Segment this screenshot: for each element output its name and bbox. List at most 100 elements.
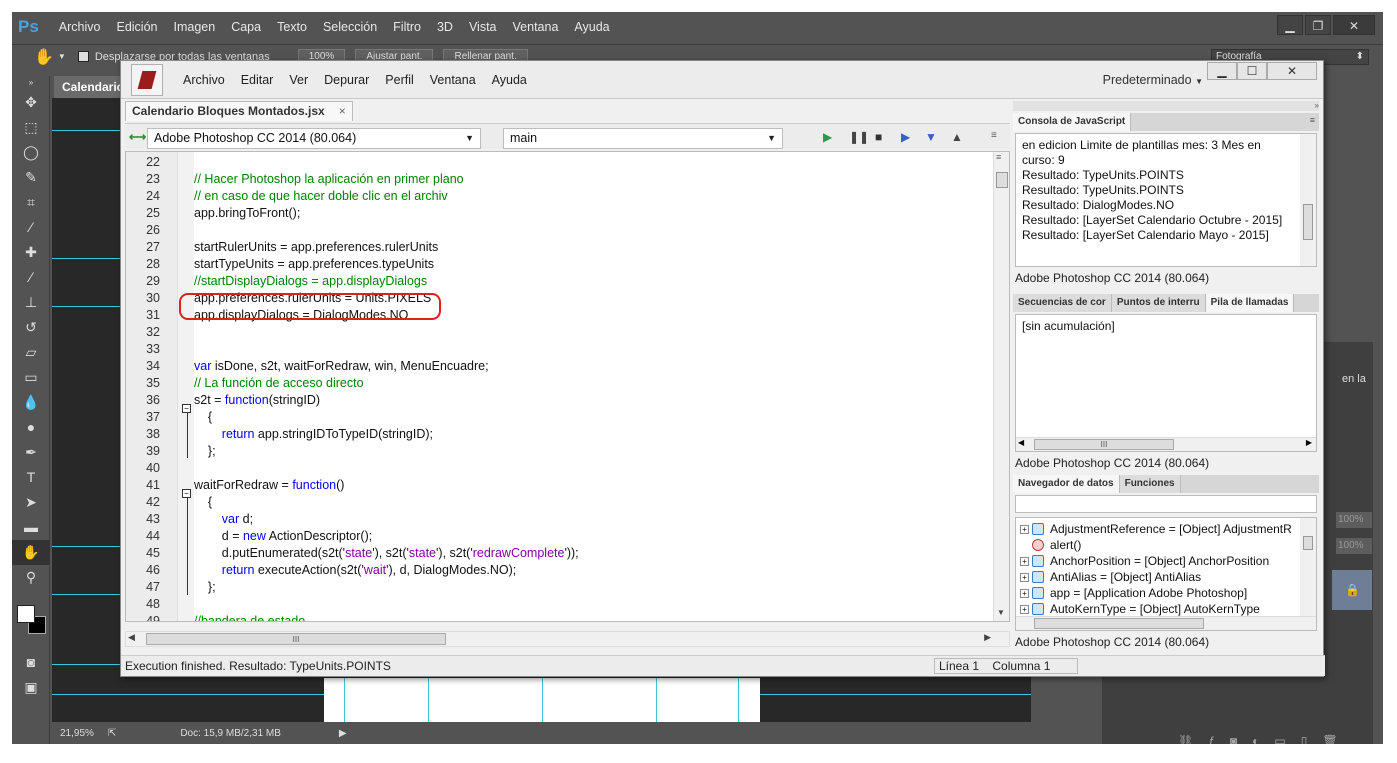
zoom-tool-icon[interactable]: ⚲ (12, 565, 50, 590)
scroll-thumb[interactable] (1303, 204, 1313, 240)
ps-menu-imagen[interactable]: Imagen (173, 20, 215, 34)
code-editor[interactable]: − − 22 23// Hacer Photoshop la aplicación… (125, 151, 1010, 622)
code-line[interactable]: 36 s2t = function(stringID) (126, 392, 996, 409)
scroll-right-icon[interactable]: ▶ (1306, 438, 1312, 447)
ps-menu-filtro[interactable]: Filtro (393, 20, 421, 34)
stamp-tool-icon[interactable]: ⊥ (12, 290, 50, 315)
panel-menu-icon[interactable]: ≡ (991, 130, 997, 141)
ps-menu-archivo[interactable]: Archivo (59, 20, 101, 34)
code-line[interactable]: 32 (126, 324, 996, 341)
step-into-icon[interactable]: ▼ (925, 130, 937, 144)
callstack-hscroll[interactable]: ◀ III ▶ (1016, 437, 1316, 451)
tab-scripts[interactable]: Secuencias de cor (1013, 294, 1112, 312)
code-line[interactable]: 35 // La función de acceso directo (126, 375, 996, 392)
step-out-icon[interactable]: ▲ (951, 130, 963, 144)
eyedropper-icon[interactable]: ⁄ (12, 215, 50, 240)
crop-tool-icon[interactable]: ⌗ (12, 190, 50, 215)
code-line[interactable]: 41 waitForRedraw = function() (126, 477, 996, 494)
status-arrow-icon[interactable]: ▶ (339, 728, 347, 739)
eraser-tool-icon[interactable]: ▱ (12, 340, 50, 365)
file-tab[interactable]: Calendario Bloques Montados.jsx × (125, 101, 353, 121)
minimize-icon[interactable]: ▁ (1207, 62, 1237, 80)
code-line[interactable]: 38 return app.stringIDToTypeID(stringID)… (126, 426, 996, 443)
data-tree-row[interactable]: + app = [Application Adobe Photoshop] (1016, 585, 1302, 601)
estk-menu-depurar[interactable]: Depurar (324, 73, 369, 87)
ps-menu-texto[interactable]: Texto (277, 20, 307, 34)
pen-tool-icon[interactable]: ✒ (12, 440, 50, 465)
lasso-tool-icon[interactable]: ◯ (12, 140, 50, 165)
healing-brush-icon[interactable]: ✚ (12, 240, 50, 265)
fill-field[interactable]: 100% (1336, 538, 1372, 554)
code-line[interactable]: 47 }; (126, 579, 996, 596)
collapse-icon[interactable]: » (12, 76, 50, 90)
close-icon[interactable]: ✕ (1333, 15, 1375, 35)
ps-menu-capa[interactable]: Capa (231, 20, 261, 34)
hscroll-thumb[interactable]: III (146, 633, 446, 645)
code-line[interactable]: 42 { (126, 494, 996, 511)
editor-hscroll[interactable]: ◀ III ▶ (125, 631, 1010, 647)
scroll-all-checkbox[interactable] (77, 51, 89, 62)
expand-icon[interactable]: + (1020, 556, 1029, 566)
code-line[interactable]: 28 startTypeUnits = app.preferences.typeU… (126, 256, 996, 273)
callstack-list[interactable]: [sin acumulación] ◀ III ▶ (1015, 314, 1317, 452)
console-output[interactable]: en edicion Limite de plantillas mes: 3 M… (1015, 133, 1317, 267)
layer-footer-icons[interactable]: ⛓ƒ◙◐▭▯🗑 (1178, 734, 1353, 744)
code-line[interactable]: 48 (126, 596, 996, 613)
datanav-filter-input[interactable] (1015, 495, 1317, 513)
code-line[interactable]: 23 // Hacer Photoshop la aplicación en pr… (126, 171, 996, 188)
scroll-right-icon[interactable]: ▶ (984, 632, 991, 643)
scroll-up-icon[interactable]: ≡ (996, 152, 1001, 162)
estk-menu-archivo[interactable]: Archivo (183, 73, 225, 87)
hscroll-thumb[interactable] (1034, 618, 1204, 629)
code-line[interactable]: 37 { (126, 409, 996, 426)
brush-tool-icon[interactable]: ∕ (12, 265, 50, 290)
dodge-tool-icon[interactable]: ● (12, 415, 50, 440)
code-line[interactable]: 49 //bandera de estado (126, 613, 996, 621)
estk-menu-editar[interactable]: Editar (241, 73, 274, 87)
close-tab-icon[interactable]: × (339, 102, 346, 121)
tab-data-browser[interactable]: Navegador de datos (1013, 475, 1120, 493)
scroll-thumb[interactable] (1303, 536, 1313, 550)
tab-callstack[interactable]: Pila de llamadas (1205, 294, 1295, 312)
lock-icon[interactable]: 🔒 (1345, 583, 1360, 597)
code-line[interactable]: 24 // en caso de que hacer doble clic en … (126, 188, 996, 205)
datanav-vscroll[interactable] (1300, 518, 1316, 618)
expand-icon[interactable]: + (1020, 588, 1029, 598)
type-tool-icon[interactable]: T (12, 465, 50, 490)
pause-icon[interactable]: ❚❚ (849, 130, 869, 144)
chevron-down-icon[interactable]: ▼ (58, 52, 66, 61)
tab-breakpoints[interactable]: Puntos de interru (1111, 294, 1206, 312)
target-app-select[interactable]: Adobe Photoshop CC 2014 (80.064) ▼ (147, 128, 481, 149)
panel-menu-icon[interactable]: ≡ (1310, 115, 1315, 125)
scroll-thumb[interactable] (996, 172, 1008, 188)
scroll-down-icon[interactable]: ▼ (997, 608, 1005, 617)
panel-collapse-icon[interactable]: » (1013, 101, 1319, 111)
estk-menu-ver[interactable]: Ver (289, 73, 308, 87)
code-line[interactable]: 22 (126, 154, 996, 171)
step-over-icon[interactable]: ▶ (901, 130, 910, 144)
document-tab[interactable]: Calendario (54, 76, 124, 98)
opacity-field[interactable]: 100% (1336, 512, 1372, 528)
code-line[interactable]: 43 var d; (126, 511, 996, 528)
ps-menu-3d[interactable]: 3D (437, 20, 453, 34)
expand-icon[interactable]: + (1020, 524, 1029, 534)
foreground-color-swatch[interactable] (17, 605, 35, 623)
ps-menu-vista[interactable]: Vista (469, 20, 497, 34)
layer-row-selected[interactable]: 🔒 (1332, 570, 1372, 610)
scroll-left-icon[interactable]: ◀ (1018, 438, 1024, 447)
editor-vscroll[interactable]: ≡ ▼ (993, 152, 1009, 621)
console-vscroll[interactable] (1300, 134, 1316, 266)
datanav-hscroll[interactable] (1016, 616, 1316, 630)
code-line[interactable]: 44 d = new ActionDescriptor(); (126, 528, 996, 545)
estk-menu-perfil[interactable]: Perfil (385, 73, 413, 87)
data-tree-row[interactable]: + AntiAlias = [Object] AntiAlias (1016, 569, 1302, 585)
blur-tool-icon[interactable]: 💧 (12, 390, 50, 415)
minimize-icon[interactable]: ▁ (1277, 15, 1303, 35)
code-line[interactable]: 34 var isDone, s2t, waitForRedraw, win, M… (126, 358, 996, 375)
tab-functions[interactable]: Funciones (1119, 475, 1181, 493)
maximize-icon[interactable]: ☐ (1237, 62, 1267, 80)
data-browser-tree[interactable]: + AdjustmentReference = [Object] Adjustme… (1015, 517, 1317, 631)
code-line[interactable]: 26 (126, 222, 996, 239)
shape-tool-icon[interactable]: ▬ (12, 515, 50, 540)
expand-icon[interactable]: + (1020, 572, 1029, 582)
